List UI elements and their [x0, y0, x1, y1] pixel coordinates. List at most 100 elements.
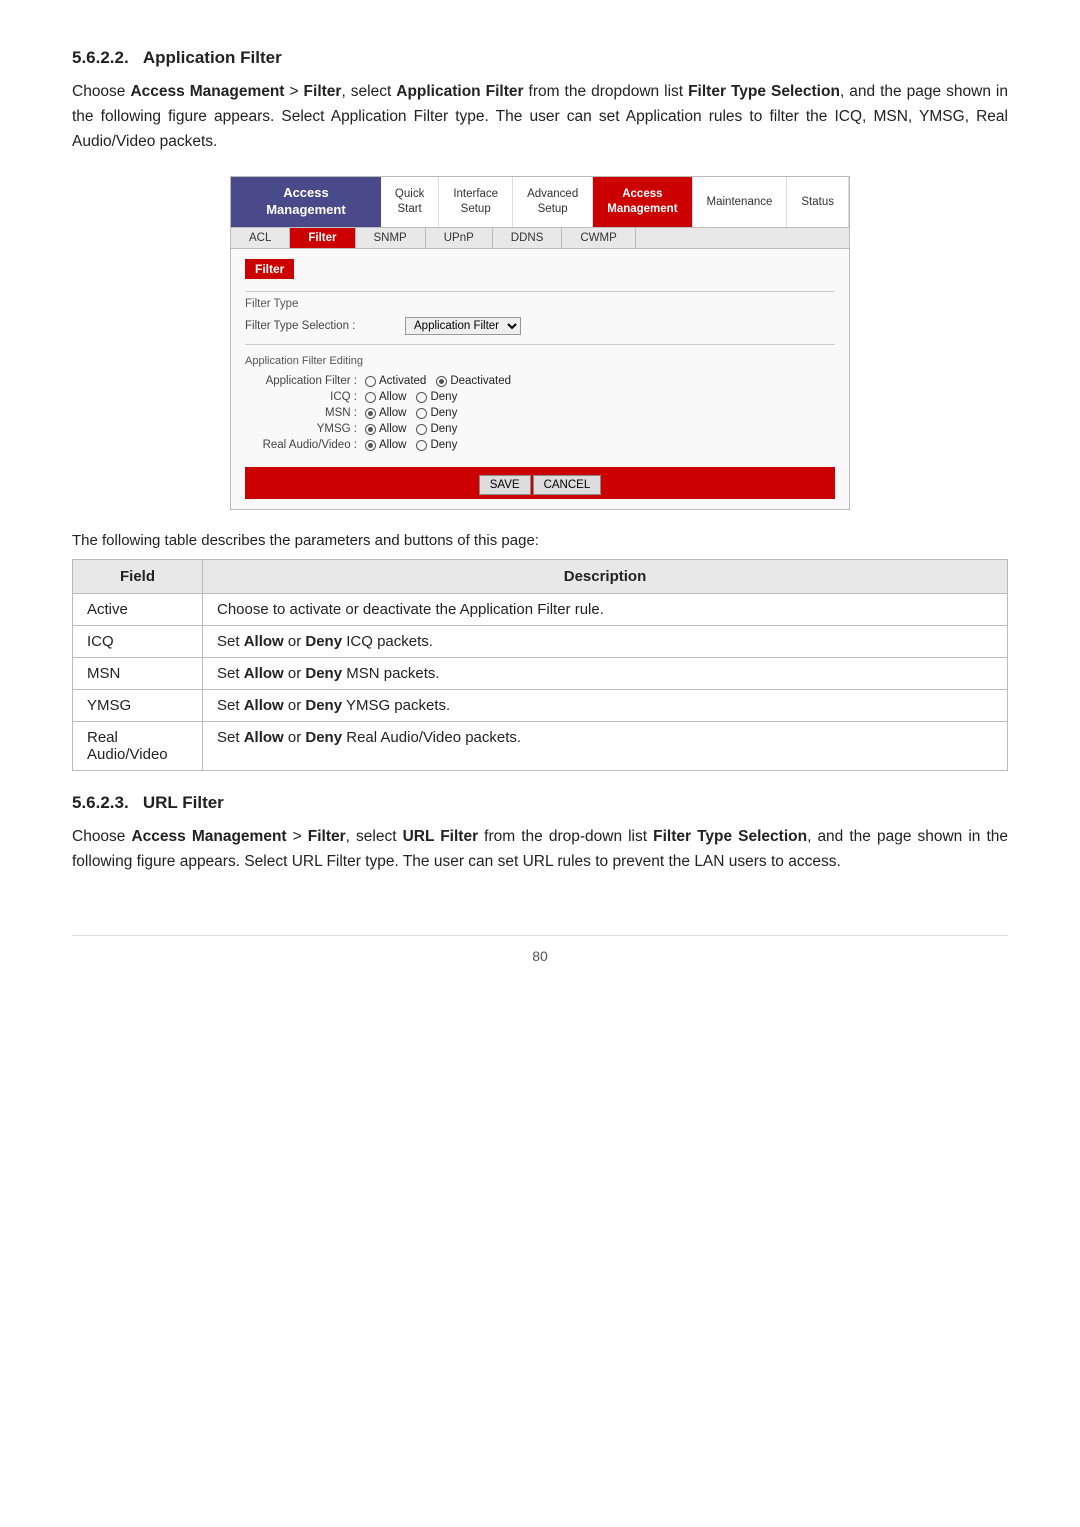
desc-msn: Set Allow or Deny MSN packets. — [203, 658, 1008, 690]
heading-562: 5.6.2.2. Application Filter — [72, 48, 1008, 68]
subnav-acl[interactable]: ACL — [231, 228, 290, 248]
ymsg-allow-label: Allow — [379, 423, 406, 435]
radio-activated-label: Activated — [379, 375, 426, 387]
real-audio-radios: Allow Deny — [365, 439, 457, 451]
col-field: Field — [73, 560, 203, 594]
msn-allow-label: Allow — [379, 407, 406, 419]
nav-maintenance[interactable]: Maintenance — [693, 177, 788, 227]
heading-563: 5.6.2.3. URL Filter — [72, 793, 1008, 813]
save-button[interactable]: SAVE — [479, 475, 531, 495]
filter-type-section: Filter Type Filter Type Selection : Appl… — [245, 291, 835, 344]
filter-type-selection-label: Filter Type Selection : — [245, 320, 405, 332]
app-filter-editing-label: Application Filter Editing — [245, 351, 835, 373]
ymsg-deny[interactable]: Deny — [416, 423, 457, 435]
msn-label: MSN : — [245, 407, 365, 419]
real-audio-allow-circle — [365, 440, 376, 451]
nav-access-management[interactable]: AccessManagement — [593, 177, 692, 227]
app-filter-radios: Activated Deactivated — [365, 375, 511, 387]
nav-quick-start[interactable]: QuickStart — [381, 177, 439, 227]
router-ui-mockup: Access Management QuickStart InterfaceSe… — [230, 176, 850, 510]
real-audio-deny-label: Deny — [430, 439, 457, 451]
ymsg-allow[interactable]: Allow — [365, 423, 406, 435]
ymsg-allow-circle — [365, 424, 376, 435]
section-563: 5.6.2.3. URL Filter Choose Access Manage… — [72, 793, 1008, 875]
filter-type-dropdown[interactable]: Application Filter — [405, 317, 521, 335]
content-area: Filter Filter Type Filter Type Selection… — [231, 249, 849, 509]
cancel-button[interactable]: CANCEL — [533, 475, 602, 495]
icq-deny-label: Deny — [430, 391, 457, 403]
field-icq: ICQ — [73, 626, 203, 658]
page-footer: 80 — [72, 935, 1008, 964]
icq-radios: Allow Deny — [365, 391, 457, 403]
subnav-snmp[interactable]: SNMP — [356, 228, 426, 248]
subnav-cwmp[interactable]: CWMP — [562, 228, 635, 248]
app-filter-editing-section: Application Filter Editing Application F… — [245, 344, 835, 459]
col-description: Description — [203, 560, 1008, 594]
radio-deactivated-label: Deactivated — [450, 375, 511, 387]
ymsg-label: YMSG : — [245, 423, 365, 435]
msn-row: MSN : Allow Deny — [245, 405, 835, 421]
ymsg-row: YMSG : Allow Deny — [245, 421, 835, 437]
nav-items: QuickStart InterfaceSetup AdvancedSetup … — [381, 177, 849, 227]
desc-ymsg: Set Allow or Deny YMSG packets. — [203, 690, 1008, 722]
table-row: MSN Set Allow or Deny MSN packets. — [73, 658, 1008, 690]
radio-deactivated[interactable]: Deactivated — [436, 375, 511, 387]
msn-allow-circle — [365, 408, 376, 419]
ymsg-radios: Allow Deny — [365, 423, 457, 435]
ymsg-deny-label: Deny — [430, 423, 457, 435]
real-audio-row: Real Audio/Video : Allow Deny — [245, 437, 835, 453]
app-filter-row-label: Application Filter : — [245, 375, 365, 387]
intro-text-562: Choose Access Management > Filter, selec… — [72, 80, 1008, 154]
field-msn: MSN — [73, 658, 203, 690]
desc-active: Choose to activate or deactivate the App… — [203, 594, 1008, 626]
subnav-filter[interactable]: Filter — [290, 228, 355, 248]
button-row: SAVE CANCEL — [245, 467, 835, 499]
table-row: YMSG Set Allow or Deny YMSG packets. — [73, 690, 1008, 722]
radio-deactivated-circle — [436, 376, 447, 387]
real-audio-allow[interactable]: Allow — [365, 439, 406, 451]
radio-activated[interactable]: Activated — [365, 375, 426, 387]
description-table: Field Description Active Choose to activ… — [72, 559, 1008, 771]
subnav-ddns[interactable]: DDNS — [493, 228, 563, 248]
icq-row: ICQ : Allow Deny — [245, 389, 835, 405]
icq-label: ICQ : — [245, 391, 365, 403]
section-562: 5.6.2.2. Application Filter Choose Acces… — [72, 48, 1008, 771]
icq-allow-circle — [365, 392, 376, 403]
ymsg-deny-circle — [416, 424, 427, 435]
nav-interface-setup[interactable]: InterfaceSetup — [439, 177, 513, 227]
desc-icq: Set Allow or Deny ICQ packets. — [203, 626, 1008, 658]
sub-nav: ACL Filter SNMP UPnP DDNS CWMP — [231, 228, 849, 249]
real-audio-deny[interactable]: Deny — [416, 439, 457, 451]
msn-deny-label: Deny — [430, 407, 457, 419]
table-row: Active Choose to activate or deactivate … — [73, 594, 1008, 626]
nav-brand: Access Management — [231, 177, 381, 227]
nav-status[interactable]: Status — [787, 177, 849, 227]
filter-type-heading: Filter Type — [245, 298, 835, 314]
real-audio-allow-label: Allow — [379, 439, 406, 451]
field-real-audio: RealAudio/Video — [73, 722, 203, 771]
icq-deny[interactable]: Deny — [416, 391, 457, 403]
filter-section-label: Filter — [245, 259, 294, 279]
field-ymsg: YMSG — [73, 690, 203, 722]
nav-advanced-setup[interactable]: AdvancedSetup — [513, 177, 593, 227]
subnav-upnp[interactable]: UPnP — [426, 228, 493, 248]
page-number: 80 — [532, 948, 548, 964]
app-filter-active-row: Application Filter : Activated Deactivat… — [245, 373, 835, 389]
real-audio-label: Real Audio/Video : — [245, 439, 365, 451]
nav-bar: Access Management QuickStart InterfaceSe… — [231, 177, 849, 228]
radio-activated-circle — [365, 376, 376, 387]
msn-deny[interactable]: Deny — [416, 407, 457, 419]
msn-deny-circle — [416, 408, 427, 419]
table-row: ICQ Set Allow or Deny ICQ packets. — [73, 626, 1008, 658]
table-intro: The following table describes the parame… — [72, 532, 1008, 549]
icq-deny-circle — [416, 392, 427, 403]
field-active: Active — [73, 594, 203, 626]
msn-allow[interactable]: Allow — [365, 407, 406, 419]
icq-allow-label: Allow — [379, 391, 406, 403]
real-audio-deny-circle — [416, 440, 427, 451]
icq-allow[interactable]: Allow — [365, 391, 406, 403]
table-row: RealAudio/Video Set Allow or Deny Real A… — [73, 722, 1008, 771]
desc-real-audio: Set Allow or Deny Real Audio/Video packe… — [203, 722, 1008, 771]
filter-type-row: Filter Type Selection : Application Filt… — [245, 314, 835, 338]
intro-text-563: Choose Access Management > Filter, selec… — [72, 825, 1008, 875]
